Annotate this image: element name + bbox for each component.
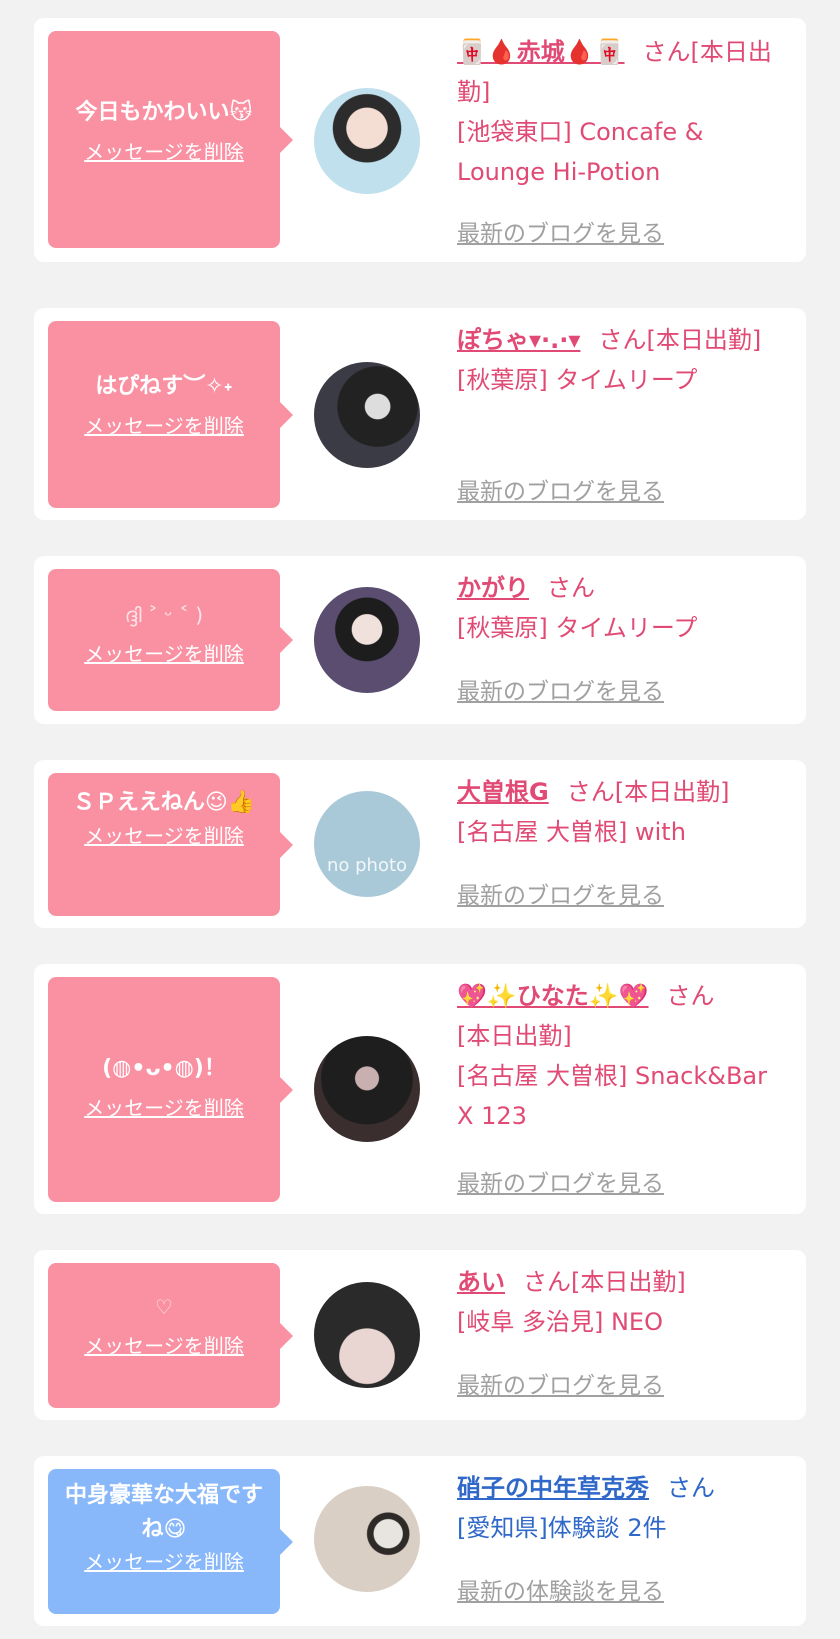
cast-info: ぽちゃ▾·.·▾ さん[本日出勤] [秋葉原] タイムリープ: [457, 320, 782, 400]
delete-message-link[interactable]: メッセージを削除: [84, 1547, 244, 1577]
attendance-status: [本日出勤]: [614, 778, 730, 806]
message-card: ♡ メッセージを削除 あい さん[本日出勤] [岐阜 多治見] NEO 最新のブロ…: [34, 1250, 806, 1420]
honorific: さん: [523, 1268, 571, 1296]
latest-blog-link[interactable]: 最新のブログを見る: [457, 876, 664, 910]
delete-message-link[interactable]: メッセージを削除: [84, 639, 244, 669]
message-card: ＳＰええねん😉👍 メッセージを削除 no photo 大曽根G さん[本日出勤] …: [34, 760, 806, 928]
honorific: さん: [642, 38, 691, 66]
shop-location: [秋葉原] タイムリープ: [457, 366, 698, 394]
message-text: ＳＰええねん😉👍: [72, 790, 256, 815]
avatar[interactable]: [314, 1486, 420, 1592]
message-card: ദ്ദി ˃ ᵕ ˂ ) メッセージを削除 かがり さん [秋葉原] タイムリープ…: [34, 556, 806, 724]
message-bubble: はぴねす︶✧˖ メッセージを削除: [48, 321, 293, 508]
message-bubble: 今日もかわいい😽 メッセージを削除: [48, 31, 293, 248]
cast-name-link[interactable]: あい: [457, 1268, 505, 1296]
honorific: さん: [666, 982, 715, 1010]
latest-blog-link[interactable]: 最新のブログを見る: [457, 1164, 664, 1198]
delete-message-link[interactable]: メッセージを削除: [84, 1093, 244, 1123]
latest-experience-link[interactable]: 最新の体験談を見る: [457, 1572, 664, 1606]
cast-name-link[interactable]: かがり: [457, 574, 529, 602]
honorific: さん: [547, 574, 595, 602]
shop-location: [名古屋 大曽根] with: [457, 818, 686, 846]
message-card: (◍•ᴗ•◍)！ メッセージを削除 💖✨ひなた✨💖 さん [本日出勤] [名古屋 …: [34, 964, 806, 1214]
cast-info: あい さん[本日出勤] [岐阜 多治見] NEO: [457, 1262, 797, 1342]
cast-name-link[interactable]: 大曽根G: [457, 778, 549, 806]
avatar[interactable]: [314, 1036, 420, 1142]
avatar[interactable]: [314, 587, 420, 693]
cast-info: かがり さん [秋葉原] タイムリープ: [457, 568, 782, 648]
shop-location: [秋葉原] タイムリープ: [457, 614, 698, 642]
cast-name-link[interactable]: ぽちゃ▾·.·▾: [457, 326, 580, 354]
delete-message-link[interactable]: メッセージを削除: [84, 137, 244, 167]
honorific: さん: [566, 778, 615, 806]
delete-message-link[interactable]: メッセージを削除: [84, 411, 244, 441]
message-text: 中身豪華な大福ですね😋: [64, 1483, 263, 1542]
latest-blog-link[interactable]: 最新のブログを見る: [457, 1366, 664, 1400]
latest-blog-link[interactable]: 最新のブログを見る: [457, 672, 664, 706]
delete-message-link[interactable]: メッセージを削除: [84, 821, 244, 851]
cast-name-link[interactable]: 🀄🩸赤城🩸🀄: [457, 38, 625, 66]
message-bubble: ദ്ദി ˃ ᵕ ˂ ) メッセージを削除: [48, 569, 293, 711]
cast-name-link[interactable]: 硝子の中年草克秀: [457, 1474, 649, 1502]
cast-name-link[interactable]: 💖✨ひなた✨💖: [457, 982, 649, 1010]
avatar[interactable]: [314, 1282, 420, 1388]
latest-blog-link[interactable]: 最新のブログを見る: [457, 214, 664, 248]
no-photo-label: no photo: [326, 855, 408, 876]
cast-info: 💖✨ひなた✨💖 さん [本日出勤] [名古屋 大曽根] Snack&Bar X 1…: [457, 976, 782, 1136]
attendance-status: [本日出勤]: [457, 1022, 572, 1050]
message-card: 今日もかわいい😽 メッセージを削除 🀄🩸赤城🩸🀄 さん[本日出勤] [池袋東口] …: [34, 18, 806, 262]
shop-location: [名古屋 大曽根] Snack&Bar X 123: [457, 1062, 767, 1130]
message-text: 今日もかわいい😽: [75, 100, 253, 125]
shop-location: [愛知県]体験談 2件: [457, 1514, 667, 1542]
message-card: 中身豪華な大福ですね😋 メッセージを削除 硝子の中年草克秀 さん [愛知県]体験談…: [34, 1456, 806, 1626]
message-card: はぴねす︶✧˖ メッセージを削除 ぽちゃ▾·.·▾ さん[本日出勤] [秋葉原] …: [34, 308, 806, 520]
delete-message-link[interactable]: メッセージを削除: [84, 1331, 244, 1361]
cast-info: 🀄🩸赤城🩸🀄 さん[本日出勤] [池袋東口] Concafe & Lounge H…: [457, 32, 782, 192]
message-text: ♡: [155, 1295, 173, 1319]
attendance-status: [本日出勤]: [646, 326, 762, 354]
avatar[interactable]: [314, 362, 420, 468]
message-text: (◍•ᴗ•◍)！: [102, 1056, 226, 1081]
message-bubble: (◍•ᴗ•◍)！ メッセージを削除: [48, 977, 293, 1202]
attendance-status: [本日出勤]: [571, 1268, 686, 1296]
message-text: ദ്ദി ˃ ᵕ ˂ ): [124, 603, 204, 627]
honorific: さん: [667, 1474, 715, 1502]
message-bubble: 中身豪華な大福ですね😋 メッセージを削除: [48, 1469, 293, 1614]
message-bubble: ♡ メッセージを削除: [48, 1263, 293, 1408]
latest-blog-link[interactable]: 最新のブログを見る: [457, 472, 664, 506]
cast-info: 大曽根G さん[本日出勤] [名古屋 大曽根] with: [457, 772, 797, 852]
honorific: さん: [598, 326, 647, 354]
avatar[interactable]: [314, 88, 420, 194]
message-bubble: ＳＰええねん😉👍 メッセージを削除: [48, 773, 293, 916]
avatar[interactable]: no photo: [314, 791, 420, 897]
shop-location: [池袋東口] Concafe & Lounge Hi-Potion: [457, 118, 704, 186]
message-text: はぴねす︶✧˖: [95, 374, 233, 399]
cast-info: 硝子の中年草克秀 さん [愛知県]体験談 2件: [457, 1468, 797, 1548]
shop-location: [岐阜 多治見] NEO: [457, 1308, 663, 1336]
